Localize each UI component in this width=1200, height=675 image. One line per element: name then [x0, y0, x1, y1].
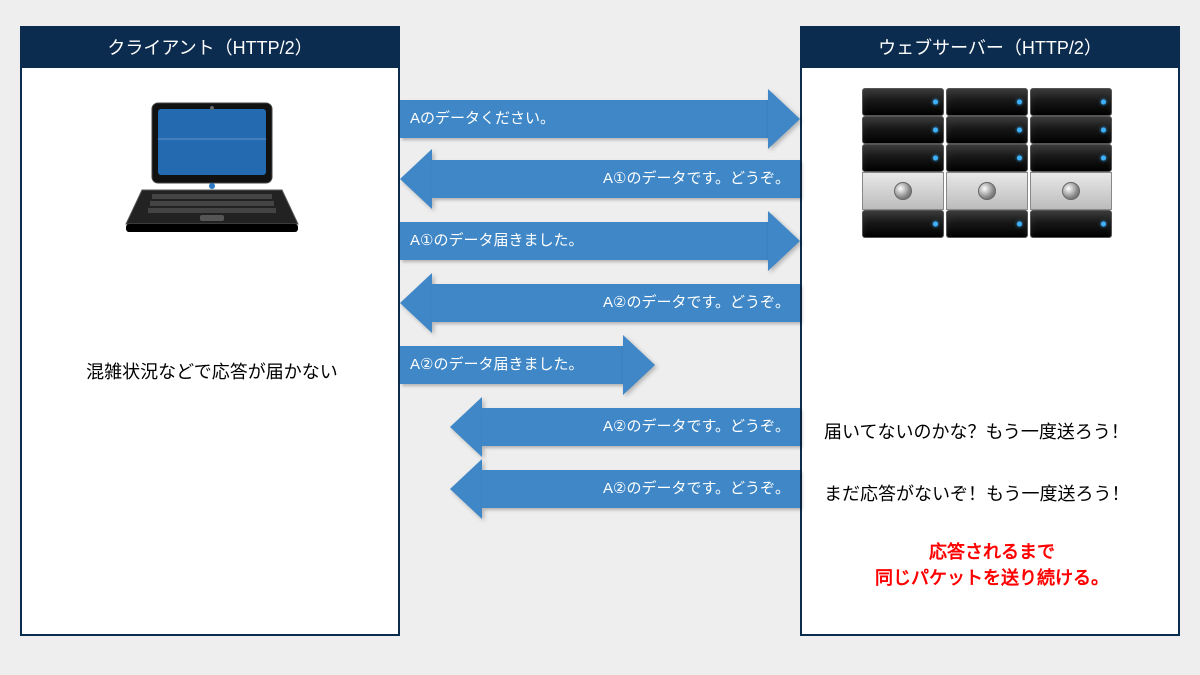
client-box: クライアント（HTTP/2） [20, 26, 400, 636]
server-note-1: 届いてないのかな？もう一度送ろう！ [824, 418, 1129, 444]
server-warning: 応答されるまで 同じパケットを送り続ける。 [842, 538, 1142, 590]
arrow-head-left-icon [450, 397, 482, 457]
laptop-icon [122, 98, 302, 243]
arrow-head-right-icon [768, 211, 800, 271]
arrow-7-left: A②のデータです。どうぞ。 [450, 470, 800, 508]
arrow-label: A①のデータです。どうぞ。 [432, 160, 800, 198]
client-note: 混雑状況などで応答が届かない [72, 358, 352, 384]
arrow-label: A②のデータです。どうぞ。 [482, 470, 800, 508]
arrow-label: A②のデータです。どうぞ。 [482, 408, 800, 446]
server-note-2: まだ応答がないぞ！もう一度送ろう！ [824, 480, 1129, 506]
server-warning-line2: 同じパケットを送り続ける。 [875, 568, 1109, 588]
arrow-head-left-icon [450, 459, 482, 519]
server-rack-icon [862, 88, 1112, 238]
arrow-head-right-icon [768, 89, 800, 149]
arrow-4-left: A②のデータです。どうぞ。 [400, 284, 800, 322]
arrow-1-right: Aのデータください。 [400, 100, 800, 138]
arrow-2-left: A①のデータです。どうぞ。 [400, 160, 800, 198]
arrow-label: A①のデータ届きました。 [400, 222, 768, 260]
arrow-label: A②のデータです。どうぞ。 [432, 284, 800, 322]
client-title: クライアント（HTTP/2） [22, 28, 398, 68]
server-box: ウェブサーバー（HTTP/2） 届いてないのかな？もう一度送ろう！ まだ応答がな… [800, 26, 1180, 636]
arrow-5-right: A②のデータ届きました。 [400, 346, 655, 384]
arrow-head-left-icon [400, 273, 432, 333]
arrow-head-right-icon [623, 335, 655, 395]
arrow-head-left-icon [400, 149, 432, 209]
server-warning-line1: 応答されるまで [929, 542, 1055, 562]
server-title: ウェブサーバー（HTTP/2） [802, 28, 1178, 68]
arrow-label: A②のデータ届きました。 [400, 346, 623, 384]
arrow-6-left: A②のデータです。どうぞ。 [450, 408, 800, 446]
arrow-label: Aのデータください。 [400, 100, 768, 138]
arrow-3-right: A①のデータ届きました。 [400, 222, 800, 260]
